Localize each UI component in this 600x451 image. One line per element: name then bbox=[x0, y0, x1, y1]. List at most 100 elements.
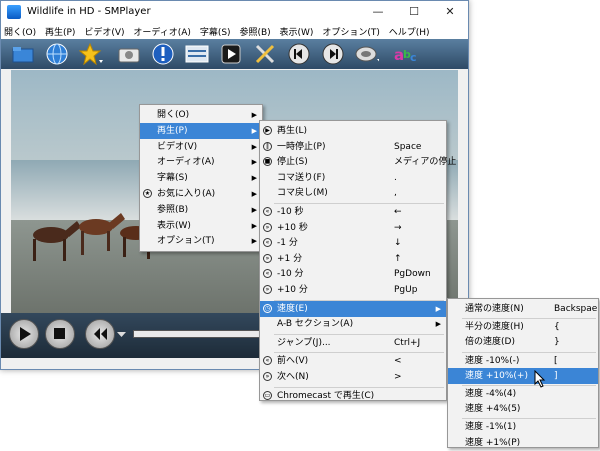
menubar-view[interactable]: 表示(W) bbox=[277, 23, 317, 38]
chromecast-icon: ▭ bbox=[263, 390, 272, 400]
context-menu-item-6[interactable]: 参照(B) ▶ bbox=[140, 202, 262, 218]
favorites-star-icon[interactable] bbox=[79, 42, 103, 66]
context-menu-item-5[interactable]: ★ お気に入り(A) ▶ bbox=[140, 186, 262, 202]
play-menu-item-7[interactable]: « -1 分 ↓ bbox=[260, 235, 446, 251]
speed-menu-item-6[interactable]: 速度 +4%(5) bbox=[448, 401, 598, 417]
rewind-1m-icon: « bbox=[263, 238, 272, 248]
menu-item-shortcut: メディアの停止 bbox=[394, 157, 457, 168]
context-menu-item-4[interactable]: 字幕(S) ▶ bbox=[140, 170, 262, 186]
menubar-play[interactable]: 再生(P) bbox=[42, 23, 78, 38]
play-menu-item-13[interactable]: ジャンプ(J)... Ctrl+J bbox=[260, 335, 446, 351]
screenshot-camera-icon[interactable] bbox=[117, 42, 141, 66]
menubar-open[interactable]: 開く(O) bbox=[1, 23, 39, 38]
play-menu-item-8[interactable]: » +1 分 ↑ bbox=[260, 251, 446, 267]
speed-menu-item-1[interactable]: 半分の速度(H) { bbox=[448, 319, 598, 335]
menu-item-label: 次へ(N) bbox=[277, 372, 309, 382]
context-menu-item-8[interactable]: オプション(T) ▶ bbox=[140, 233, 262, 249]
menu-item-shortcut: ↑ bbox=[394, 253, 402, 264]
speed-menu-item-2[interactable]: 倍の速度(D)} bbox=[448, 334, 598, 350]
menu-item-shortcut: → bbox=[394, 222, 402, 233]
context-menu-item-2[interactable]: ビデオ(V) ▶ bbox=[140, 139, 262, 155]
info-icon[interactable] bbox=[151, 42, 175, 66]
menu-item-label: +1 分 bbox=[277, 253, 303, 264]
menubar-browse[interactable]: 参照(B) bbox=[236, 23, 273, 38]
play-menu-item-9[interactable]: « -10 分 PgDown bbox=[260, 266, 446, 282]
menubar-help[interactable]: ヘルプ(H) bbox=[386, 23, 433, 38]
speed-menu-item-0[interactable]: 通常の速度(N) Backspae bbox=[448, 301, 598, 317]
rewind-button[interactable] bbox=[85, 319, 115, 349]
rewind-10s-icon: « bbox=[263, 207, 272, 216]
menu-item-label: ビデオ(V) bbox=[157, 141, 198, 152]
play-menu-item-16[interactable]: ▭ Chromecast で再生(C) bbox=[260, 388, 446, 404]
next-icon[interactable] bbox=[321, 42, 345, 66]
speed-menu-item-4[interactable]: 速度 +10%(+)] bbox=[448, 367, 598, 384]
play-menu-item-0[interactable]: ▶ 再生(L) bbox=[260, 123, 446, 139]
submenu-arrow-icon: ▶ bbox=[251, 205, 257, 214]
submenu-arrow-icon: ▶ bbox=[251, 158, 257, 167]
menu-item-shortcut: < bbox=[394, 356, 402, 367]
menubar-video[interactable]: ビデオ(V) bbox=[81, 23, 127, 38]
play-menu-item-6[interactable]: » +10 秒 → bbox=[260, 220, 446, 236]
play-menu-item-14[interactable]: « 前へ(V) < bbox=[260, 353, 446, 369]
maximize-button[interactable]: ☐ bbox=[396, 1, 432, 23]
menu-item-label: 速度(E) bbox=[277, 303, 308, 314]
close-button[interactable]: ✕ bbox=[432, 1, 468, 23]
submenu-arrow-icon: ▶ bbox=[251, 237, 257, 246]
speed-menu-item-8[interactable]: 速度 +1%(P) bbox=[448, 435, 598, 451]
menubar-options[interactable]: オプション(T) bbox=[319, 23, 383, 38]
audio-track-icon[interactable] bbox=[355, 42, 379, 66]
menu-item-shortcut: ← bbox=[394, 207, 402, 217]
minimize-button[interactable]: — bbox=[360, 1, 396, 23]
stop-button[interactable] bbox=[45, 319, 75, 349]
previous-icon[interactable] bbox=[287, 42, 311, 66]
context-menu-item-0[interactable]: 開く(O) ▶ bbox=[140, 107, 262, 123]
submenu-arrow-icon: ▶ bbox=[251, 111, 257, 119]
subtitles-icon[interactable]: abc bbox=[393, 42, 417, 66]
play-menu-item-3[interactable]: コマ送り(F). bbox=[260, 170, 446, 186]
play-button[interactable] bbox=[9, 319, 39, 349]
menu-item-label: 参照(B) bbox=[157, 204, 189, 215]
speed-menu-item-7[interactable]: 速度 -1%(1) bbox=[448, 419, 598, 435]
menu-item-label: -10 分 bbox=[277, 269, 304, 280]
window-title: Wildlife in HD - SMPlayer bbox=[27, 6, 151, 17]
folder-icon[interactable] bbox=[11, 42, 35, 66]
pause-icon: ‖ bbox=[263, 141, 272, 151]
rewind-dropdown-icon[interactable] bbox=[117, 331, 127, 342]
menubar-subtitles[interactable]: 字幕(S) bbox=[197, 23, 234, 38]
menu-bar: 開く(O) 再生(P) ビデオ(V) オーディオ(A) 字幕(S) 参照(B) … bbox=[1, 23, 468, 40]
menu-item-shortcut: > bbox=[394, 372, 402, 382]
menubar-audio[interactable]: オーディオ(A) bbox=[130, 23, 194, 38]
play-menu-item-10[interactable]: » +10 分 PgUp bbox=[260, 282, 446, 298]
menu-item-label: 速度 -4%(4) bbox=[465, 389, 517, 399]
context-menu-item-3[interactable]: オーディオ(A) ▶ bbox=[140, 154, 262, 170]
menu-item-label: 前へ(V) bbox=[277, 356, 309, 367]
play-menu-item-1[interactable]: ‖ 一時停止(P) Space bbox=[260, 139, 446, 155]
menu-item-label: お気に入り(A) bbox=[157, 189, 216, 199]
menu-item-shortcut: Backspae bbox=[554, 304, 598, 314]
submenu-arrow-icon: ▶ bbox=[435, 304, 441, 313]
menu-item-label: 速度 +10%(+) bbox=[465, 370, 528, 381]
menu-item-label: 再生(P) bbox=[157, 125, 188, 136]
play-menu-item-2[interactable]: ■ 停止(S) メディアの停止 bbox=[260, 154, 456, 170]
playlist-icon[interactable] bbox=[185, 42, 209, 66]
menu-item-label: -10 秒 bbox=[277, 207, 304, 217]
stop-icon: ■ bbox=[263, 157, 272, 167]
play-menu-item-11[interactable]: ◷ 速度(E) ▶ bbox=[260, 300, 446, 317]
play-menu-item-12[interactable]: A-B セクション(A) ▶ bbox=[260, 316, 446, 332]
speed-menu-item-5[interactable]: 速度 -4%(4) bbox=[448, 386, 598, 402]
preferences-tools-icon[interactable] bbox=[253, 42, 277, 66]
play-menu-item-15[interactable]: » 次へ(N) > bbox=[260, 369, 446, 385]
globe-icon[interactable] bbox=[45, 42, 69, 66]
menu-item-label: 通常の速度(N) bbox=[465, 304, 524, 314]
menu-item-shortcut: Space bbox=[394, 141, 422, 152]
dvd-icon[interactable] bbox=[219, 42, 243, 66]
menu-item-label: 表示(W) bbox=[157, 220, 191, 231]
favorites-star-icon: ★ bbox=[143, 189, 152, 198]
submenu-arrow-icon: ▶ bbox=[251, 174, 257, 183]
menu-item-label: 字幕(S) bbox=[157, 173, 188, 184]
context-menu-item-7[interactable]: 表示(W) ▶ bbox=[140, 218, 262, 234]
play-menu-item-5[interactable]: « -10 秒 ← bbox=[260, 204, 446, 220]
context-menu-item-1[interactable]: 再生(P) ▶ bbox=[140, 122, 262, 139]
speed-menu-item-3[interactable]: 速度 -10%(-) [ bbox=[448, 353, 598, 369]
play-menu-item-4[interactable]: コマ戻し(M), bbox=[260, 185, 446, 201]
